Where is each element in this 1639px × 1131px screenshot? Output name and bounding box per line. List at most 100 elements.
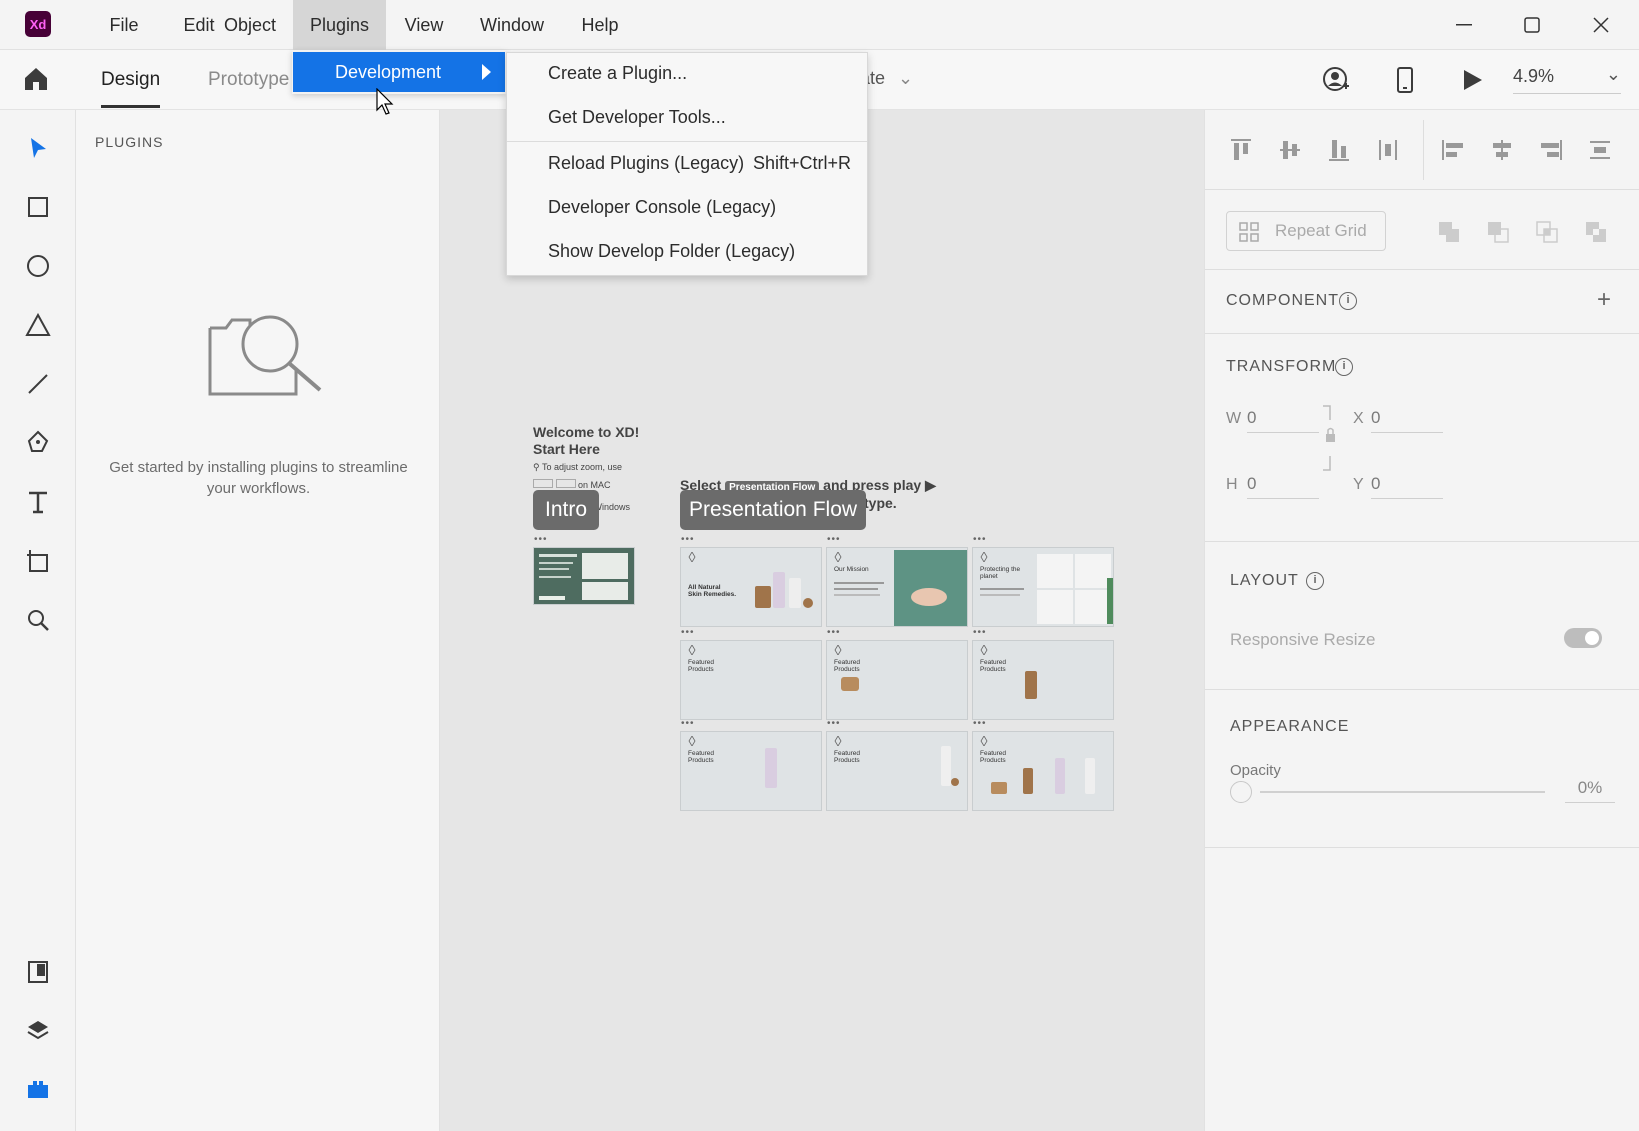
- align-center-icon[interactable]: [1490, 138, 1514, 162]
- polygon-tool[interactable]: [19, 306, 57, 344]
- submenu-arrow-icon: [482, 64, 491, 80]
- artboard-handle[interactable]: •••: [973, 534, 987, 545]
- leaf-icon: [688, 645, 696, 655]
- opacity-field[interactable]: 0%: [1565, 778, 1615, 803]
- menu-window[interactable]: Window: [470, 0, 554, 50]
- repeat-grid-label: Repeat Grid: [1275, 221, 1367, 240]
- responsive-resize-toggle[interactable]: [1564, 628, 1602, 648]
- artboard-tool[interactable]: [19, 542, 57, 580]
- artboard-1[interactable]: All Natural Skin Remedies.: [680, 547, 822, 627]
- plugins-panel-button[interactable]: [19, 1070, 57, 1108]
- artboard-handle[interactable]: •••: [534, 534, 548, 545]
- transform-section: TRANSFORM i W 0 H 0 X 0 Y 0: [1205, 334, 1639, 542]
- artboard-5[interactable]: Featured Products: [826, 640, 968, 720]
- assets-panel-button[interactable]: [19, 953, 57, 991]
- artboard-handle[interactable]: •••: [973, 718, 987, 729]
- boolean-exclude-icon[interactable]: [1584, 220, 1608, 244]
- info-icon[interactable]: i: [1339, 292, 1357, 310]
- artboard-handle[interactable]: •••: [827, 627, 841, 638]
- menu-file[interactable]: File: [84, 0, 164, 50]
- y-field[interactable]: 0: [1371, 474, 1443, 499]
- boolean-subtract-icon[interactable]: [1486, 220, 1510, 244]
- lock-aspect-icon[interactable]: [1321, 404, 1337, 472]
- menu-item-development[interactable]: Development: [293, 52, 505, 92]
- intro-flow-label[interactable]: Intro: [533, 490, 599, 530]
- menu-item-developer-console[interactable]: Developer Console (Legacy): [548, 197, 776, 218]
- width-field[interactable]: 0: [1247, 408, 1319, 433]
- align-top-icon[interactable]: [1229, 138, 1253, 162]
- align-left-icon[interactable]: [1441, 138, 1465, 162]
- layers-panel-button[interactable]: [19, 1011, 57, 1049]
- home-button[interactable]: [22, 66, 50, 95]
- leaf-icon: [980, 552, 988, 562]
- pen-icon: [27, 430, 49, 452]
- artboard-handle[interactable]: •••: [827, 534, 841, 545]
- menu-plugins[interactable]: Plugins: [293, 0, 386, 50]
- distribute-vertical-icon[interactable]: [1376, 138, 1400, 162]
- presentation-flow-label[interactable]: Presentation Flow: [680, 490, 866, 530]
- boolean-add-icon[interactable]: [1437, 220, 1461, 244]
- align-bottom-icon[interactable]: [1327, 138, 1351, 162]
- menu-object[interactable]: Object: [210, 0, 290, 50]
- artboard-9[interactable]: Featured Products: [972, 731, 1114, 811]
- maximize-button[interactable]: [1498, 0, 1566, 50]
- menu-view[interactable]: View: [386, 0, 462, 50]
- minimize-button[interactable]: [1430, 0, 1498, 50]
- menu-item-reload-plugins[interactable]: Reload Plugins (Legacy): [548, 153, 744, 174]
- select-tool[interactable]: [19, 129, 57, 167]
- rectangle-tool[interactable]: [19, 188, 57, 226]
- device-preview-button[interactable]: [1396, 66, 1414, 97]
- align-right-icon[interactable]: [1539, 138, 1563, 162]
- opacity-slider-track[interactable]: [1260, 791, 1545, 793]
- opacity-slider-handle[interactable]: [1230, 781, 1252, 803]
- pen-tool[interactable]: [19, 424, 57, 462]
- line-icon: [28, 374, 48, 394]
- menu-item-get-developer-tools[interactable]: Get Developer Tools...: [548, 107, 726, 128]
- ellipse-tool[interactable]: [19, 247, 57, 285]
- reload-plugins-shortcut: Shift+Ctrl+R: [752, 153, 851, 173]
- artboard-handle[interactable]: •••: [681, 718, 695, 729]
- minimize-icon: [1456, 24, 1472, 26]
- artboard-3[interactable]: Protecting the planet: [972, 547, 1114, 627]
- artboard-2[interactable]: Our Mission: [826, 547, 968, 627]
- distribute-horizontal-icon[interactable]: [1588, 138, 1612, 162]
- play-icon: [1464, 70, 1482, 90]
- rectangle-icon: [28, 197, 48, 217]
- close-button[interactable]: [1567, 0, 1635, 50]
- property-inspector: Repeat Grid COMPONENT i + TRANSFORM i W …: [1204, 110, 1639, 1131]
- play-button[interactable]: [1462, 68, 1484, 95]
- text-tool[interactable]: [19, 483, 57, 521]
- component-heading: COMPONENT: [1226, 292, 1339, 309]
- boolean-intersect-icon[interactable]: [1535, 220, 1559, 244]
- artboard-7[interactable]: Featured Products: [680, 731, 822, 811]
- artboard-6[interactable]: Featured Products: [972, 640, 1114, 720]
- tab-prototype[interactable]: Prototype: [208, 50, 289, 110]
- info-icon[interactable]: i: [1306, 572, 1324, 590]
- line-tool[interactable]: [19, 365, 57, 403]
- repeat-grid-button[interactable]: Repeat Grid: [1226, 211, 1386, 251]
- zoom-tool[interactable]: [19, 601, 57, 639]
- artboard-4[interactable]: Featured Products: [680, 640, 822, 720]
- transform-heading: TRANSFORM: [1226, 358, 1337, 375]
- add-component-button[interactable]: +: [1597, 286, 1611, 314]
- x-field[interactable]: 0: [1371, 408, 1443, 433]
- menu-item-create-plugin[interactable]: Create a Plugin...: [548, 63, 687, 84]
- menu-help[interactable]: Help: [568, 0, 632, 50]
- prototype-text: type.: [864, 495, 897, 511]
- artboard-handle[interactable]: •••: [827, 718, 841, 729]
- info-icon[interactable]: i: [1335, 358, 1353, 376]
- development-submenu: Create a Plugin... Get Developer Tools..…: [506, 52, 868, 276]
- artboard-handle[interactable]: •••: [973, 627, 987, 638]
- pointer-icon: [31, 138, 46, 158]
- tab-design[interactable]: Design: [101, 50, 161, 110]
- menu-item-show-develop-folder[interactable]: Show Develop Folder (Legacy): [548, 241, 795, 262]
- artboard-handle[interactable]: •••: [681, 627, 695, 638]
- intro-artboard[interactable]: [533, 547, 635, 605]
- align-middle-icon[interactable]: [1278, 138, 1302, 162]
- height-field[interactable]: 0: [1247, 474, 1319, 499]
- share-user-button[interactable]: [1322, 66, 1350, 97]
- artboard-8[interactable]: Featured Products: [826, 731, 968, 811]
- artboard-handle[interactable]: •••: [681, 534, 695, 545]
- zoom-select[interactable]: 4.9% ⌄: [1513, 64, 1621, 94]
- plugin-icon: [28, 1081, 48, 1098]
